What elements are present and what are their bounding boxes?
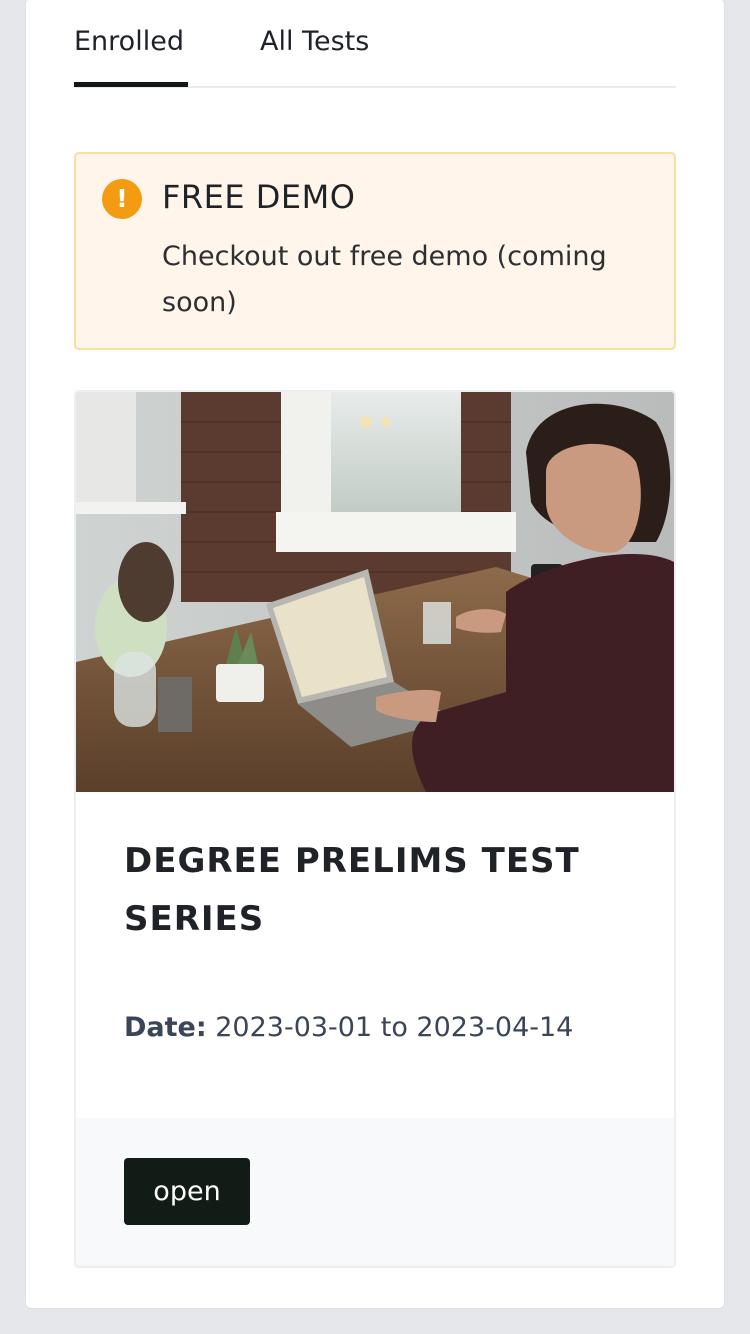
card-cover-image xyxy=(76,392,674,792)
card-footer: open xyxy=(76,1118,674,1266)
date-label: Date: xyxy=(124,1012,207,1043)
card-body: DEGREE PRELIMS TEST SERIES Date: 2023-03… xyxy=(76,792,674,1118)
open-button[interactable]: open xyxy=(124,1158,250,1225)
tab-enrolled[interactable]: Enrolled xyxy=(74,26,184,57)
free-demo-alert: ! FREE DEMO Checkout out free demo (comi… xyxy=(74,152,676,350)
tab-all-tests[interactable]: All Tests xyxy=(260,26,369,57)
test-series-card: DEGREE PRELIMS TEST SERIES Date: 2023-03… xyxy=(74,390,676,1268)
card-date: Date: 2023-03-01 to 2023-04-14 xyxy=(124,1012,573,1043)
card-title: DEGREE PRELIMS TEST SERIES xyxy=(124,841,580,939)
alert-title: FREE DEMO xyxy=(162,178,356,216)
date-value: 2023-03-01 to 2023-04-14 xyxy=(215,1012,574,1043)
exclamation-icon: ! xyxy=(102,179,142,219)
active-tab-indicator xyxy=(74,82,188,87)
tab-bar: Enrolled All Tests xyxy=(74,0,676,88)
alert-message: Checkout out free demo (coming soon) xyxy=(162,241,607,318)
